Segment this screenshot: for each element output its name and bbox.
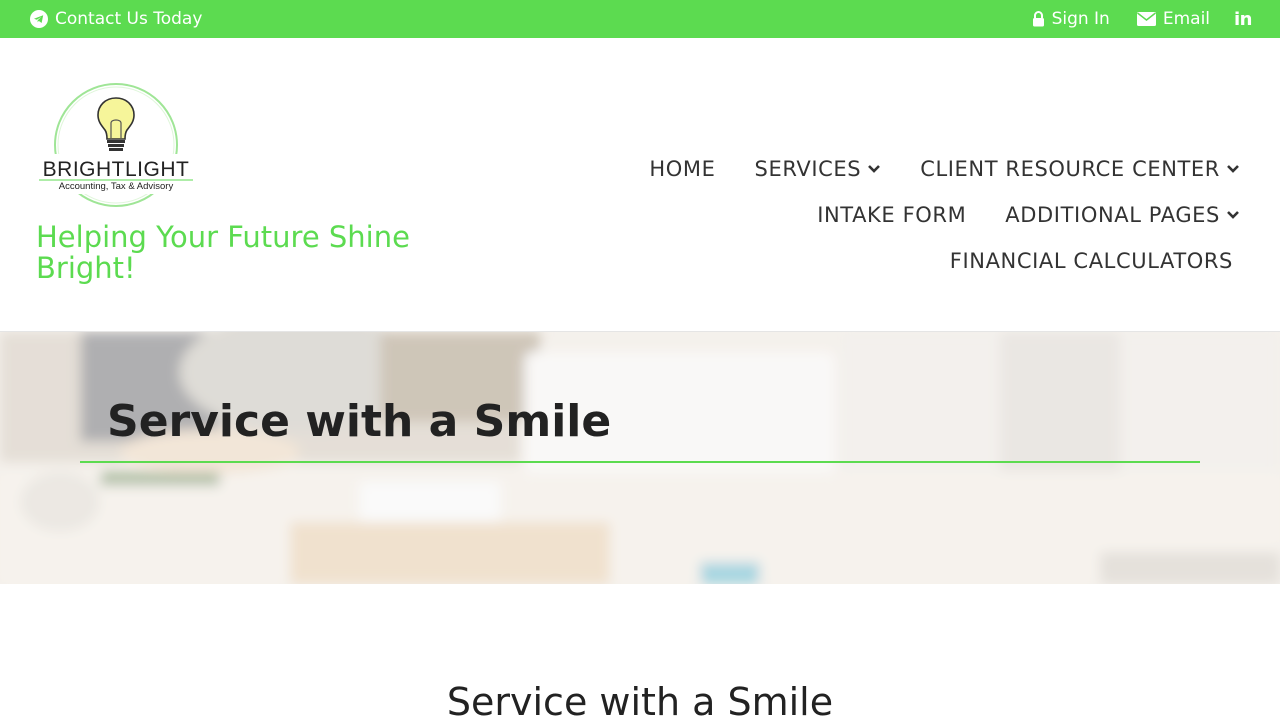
hero-overlay: [0, 332, 1280, 584]
chevron-down-icon: [868, 165, 881, 173]
nav-financial-calculators[interactable]: FINANCIAL CALCULATORS: [950, 249, 1233, 273]
telegram-icon: [30, 10, 48, 28]
nav-client-resource-center[interactable]: CLIENT RESOURCE CENTER: [920, 157, 1240, 181]
contact-us-label: Contact Us Today: [55, 9, 203, 29]
nav-home[interactable]: HOME: [649, 157, 715, 181]
site-header: BRIGHTLIGHT Accounting, Tax & Advisory H…: [0, 38, 1280, 332]
top-bar: Contact Us Today Sign In Email in: [0, 0, 1280, 38]
sign-in-link[interactable]: Sign In: [1032, 9, 1110, 29]
nav-services-label: SERVICES: [754, 157, 862, 181]
sign-in-label: Sign In: [1051, 9, 1110, 29]
email-label: Email: [1162, 9, 1211, 29]
email-link[interactable]: Email: [1136, 9, 1211, 29]
chevron-down-icon: [1227, 211, 1239, 219]
section-title: Service with a Smile: [446, 680, 834, 720]
nav-client-resource-center-label: CLIENT RESOURCE CENTER: [920, 157, 1220, 181]
linkedin-icon[interactable]: in: [1234, 9, 1252, 30]
nav-additional-pages[interactable]: ADDITIONAL PAGES: [1005, 203, 1240, 227]
site-tagline: Helping Your Future Shine Bright!: [36, 220, 410, 285]
envelope-icon: [1136, 12, 1156, 26]
hero-divider: [80, 461, 1200, 463]
nav-additional-pages-label: ADDITIONAL PAGES: [1005, 203, 1220, 227]
logo-subtitle: Accounting, Tax & Advisory: [59, 181, 174, 192]
contact-us-link[interactable]: Contact Us Today: [30, 0, 202, 38]
hero-title: Service with a Smile: [107, 396, 612, 447]
lock-icon: [1032, 11, 1044, 27]
nav-services[interactable]: SERVICES: [755, 157, 882, 181]
nav-intake-form-label: INTAKE FORM: [817, 203, 967, 227]
hero-banner: Service with a Smile: [0, 332, 1280, 584]
nav-home-label: HOME: [649, 157, 716, 181]
logo-name: BRIGHTLIGHT: [43, 158, 190, 181]
brightlight-logo[interactable]: BRIGHTLIGHT Accounting, Tax & Advisory: [35, 83, 197, 209]
nav-intake-form[interactable]: INTAKE FORM: [817, 203, 966, 227]
chevron-down-icon: [1227, 165, 1239, 173]
main-nav: HOME SERVICES CLIENT RESOURCE CENTER INT…: [540, 146, 1240, 284]
nav-financial-calculators-label: FINANCIAL CALCULATORS: [949, 249, 1233, 273]
